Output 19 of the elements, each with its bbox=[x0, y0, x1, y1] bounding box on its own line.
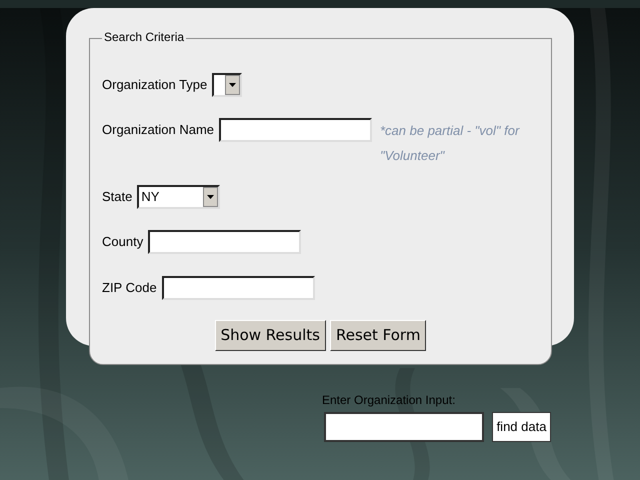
caret-icon bbox=[207, 195, 214, 199]
fieldset-legend: Search Criteria bbox=[102, 30, 186, 44]
field-label: Organization Name bbox=[102, 121, 214, 139]
field-label: Organization Type bbox=[102, 76, 208, 94]
field-label: County bbox=[102, 233, 144, 251]
hint-text: *can be partial - "vol" for "Volunteer" bbox=[380, 122, 521, 165]
text-field[interactable] bbox=[324, 412, 484, 442]
caret-icon bbox=[229, 83, 236, 87]
text-field[interactable] bbox=[219, 118, 372, 142]
input-label: Enter Organization Input: bbox=[322, 393, 456, 407]
form-button[interactable]: Reset Form bbox=[330, 320, 426, 351]
find-button[interactable]: find data bbox=[492, 412, 551, 442]
form-button[interactable]: Show Results bbox=[214, 320, 326, 351]
text-field[interactable] bbox=[162, 276, 315, 300]
field-label: State bbox=[102, 188, 132, 206]
dropdown[interactable]: NY bbox=[137, 185, 220, 209]
dropdown[interactable] bbox=[212, 73, 242, 97]
text-field[interactable] bbox=[148, 230, 302, 254]
field-label: ZIP Code bbox=[102, 279, 157, 297]
